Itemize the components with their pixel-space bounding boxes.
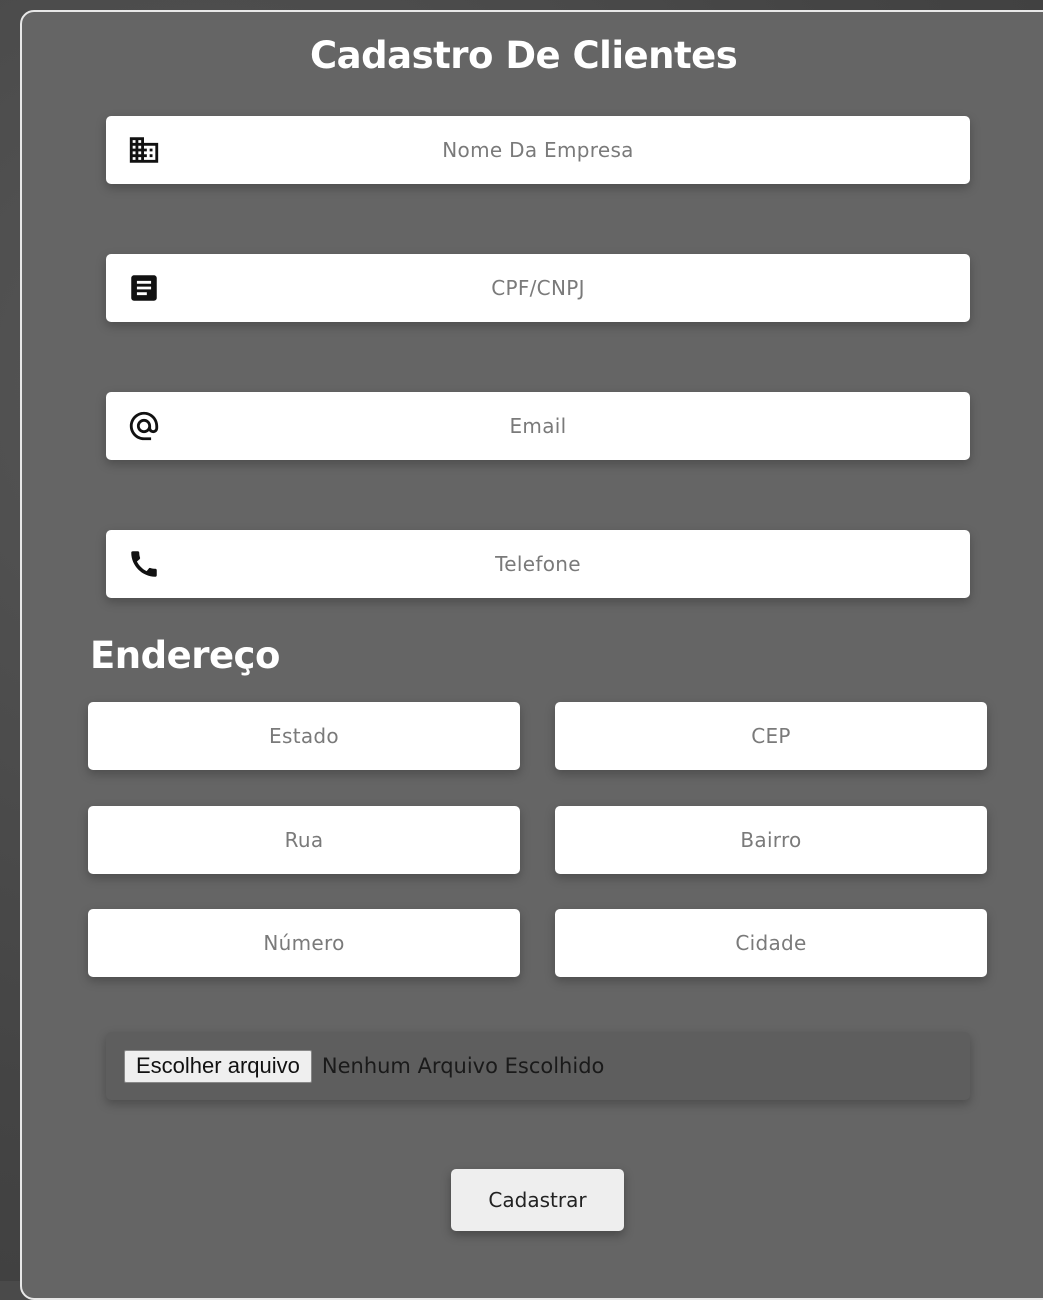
- state-placeholder: Estado: [269, 724, 339, 748]
- state-field[interactable]: Estado: [88, 702, 520, 770]
- submit-button[interactable]: Cadastrar: [451, 1169, 624, 1231]
- cep-placeholder: CEP: [751, 724, 791, 748]
- city-field[interactable]: Cidade: [555, 909, 987, 977]
- email-placeholder: Email: [509, 414, 567, 438]
- street-field[interactable]: Rua: [88, 806, 520, 874]
- choose-file-button[interactable]: Escolher arquivo: [124, 1049, 312, 1083]
- cpf-cnpj-placeholder: CPF/CNPJ: [491, 276, 585, 300]
- address-heading: Endereço: [90, 634, 280, 677]
- number-placeholder: Número: [263, 931, 345, 955]
- phone-icon: [126, 546, 162, 582]
- file-status-text: Nenhum Arquivo Escolhido: [321, 1054, 605, 1078]
- neighborhood-field[interactable]: Bairro: [555, 806, 987, 874]
- neighborhood-placeholder: Bairro: [740, 828, 802, 852]
- form-title: Cadastro De Clientes: [310, 34, 738, 77]
- file-input: Escolher arquivo Nenhum Arquivo Escolhid…: [106, 1032, 970, 1100]
- street-placeholder: Rua: [284, 828, 324, 852]
- city-placeholder: Cidade: [735, 931, 807, 955]
- company-name-field[interactable]: Nome Da Empresa: [106, 116, 970, 184]
- cep-field[interactable]: CEP: [555, 702, 987, 770]
- company-name-placeholder: Nome Da Empresa: [442, 138, 634, 162]
- number-field[interactable]: Número: [88, 909, 520, 977]
- at-sign-icon: [126, 408, 162, 444]
- phone-placeholder: Telefone: [495, 552, 581, 576]
- document-icon: [126, 270, 162, 306]
- cpf-cnpj-field[interactable]: CPF/CNPJ: [106, 254, 970, 322]
- phone-field[interactable]: Telefone: [106, 530, 970, 598]
- email-field[interactable]: Email: [106, 392, 970, 460]
- building-icon: [126, 132, 162, 168]
